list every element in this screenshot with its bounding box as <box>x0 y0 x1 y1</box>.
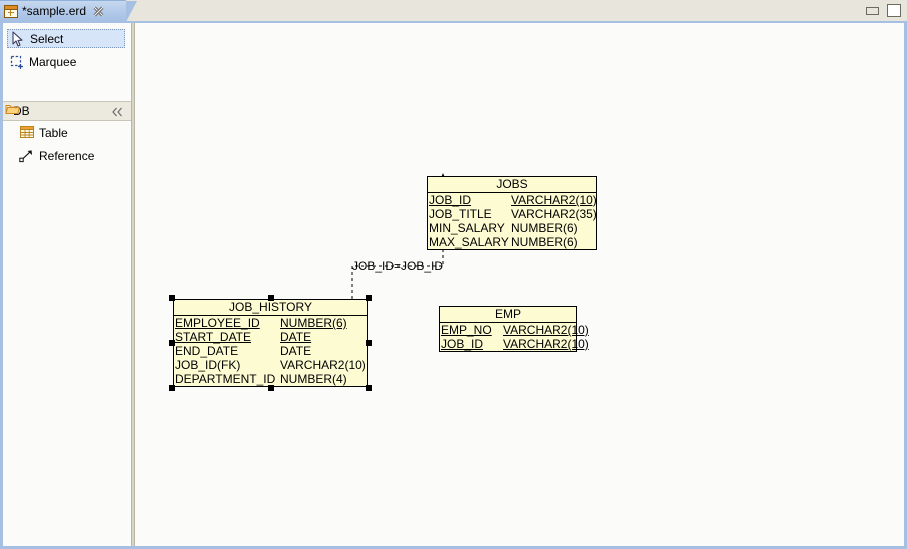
erd-column-row[interactable]: JOB_ID(FK)VARCHAR2(10) <box>174 358 367 372</box>
marquee-select-icon <box>7 54 27 70</box>
erd-column-type: VARCHAR2(35) <box>511 207 597 221</box>
palette-item-reference-label: Reference <box>39 149 94 163</box>
editor-tab-label: *sample.erd <box>22 4 86 18</box>
palette-tool-select-label: Select <box>30 32 63 46</box>
application-window: *sample.erd Select <box>0 0 907 549</box>
erd-column-type: NUMBER(6) <box>511 235 578 249</box>
erd-column-row[interactable]: MIN_SALARYNUMBER(6) <box>428 221 596 235</box>
erd-column-row[interactable]: JOB_TITLEVARCHAR2(35) <box>428 207 596 221</box>
reference-arrow-icon <box>17 148 37 164</box>
selection-handle-w[interactable] <box>169 340 175 346</box>
palette-tool-marquee-label: Marquee <box>29 55 76 69</box>
erd-column-type: VARCHAR2(10) <box>280 358 366 372</box>
window-controls <box>866 4 901 17</box>
editor-frame: Select Marquee DB <box>0 21 907 549</box>
selection-handle-n[interactable] <box>268 295 274 301</box>
erd-column-row[interactable]: START_DATEDATE <box>174 330 367 344</box>
editor-tab-sample-erd[interactable]: *sample.erd <box>0 0 126 21</box>
selection-handle-e[interactable] <box>366 340 372 346</box>
minimize-button[interactable] <box>866 7 879 15</box>
erd-column-name: JOB_ID <box>440 337 503 351</box>
selection-handle-s[interactable] <box>268 385 274 391</box>
erd-column-name: JOB_ID(FK) <box>174 358 280 372</box>
palette-resize-divider[interactable] <box>131 23 135 546</box>
erd-column-name: JOB_TITLE <box>428 207 511 221</box>
relationship-label: JOB_ID=JOB_ID <box>352 259 443 273</box>
palette-item-table[interactable]: Table <box>17 123 127 142</box>
palette-group-db[interactable]: DB <box>3 101 131 121</box>
editor-tab-bar: *sample.erd <box>0 0 907 22</box>
erd-column-list: JOB_IDVARCHAR2(10)JOB_TITLEVARCHAR2(35)M… <box>428 193 596 249</box>
erd-table-jobs[interactable]: JOBSJOB_IDVARCHAR2(10)JOB_TITLEVARCHAR2(… <box>427 176 597 250</box>
erd-column-row[interactable]: JOB_IDVARCHAR2(10) <box>428 193 596 207</box>
erd-column-type: DATE <box>280 330 311 344</box>
erd-column-name: JOB_ID <box>428 193 511 207</box>
erd-column-row[interactable]: EMPLOYEE_IDNUMBER(6) <box>174 316 367 330</box>
erd-column-type: NUMBER(4) <box>280 372 347 386</box>
erd-table-title: JOBS <box>428 177 596 193</box>
erd-column-row[interactable]: DEPARTMENT_IDNUMBER(4) <box>174 372 367 386</box>
erd-column-type: VARCHAR2(10) <box>511 193 597 207</box>
selection-handle-nw[interactable] <box>169 295 175 301</box>
cursor-arrow-icon <box>8 31 28 47</box>
erd-column-type: DATE <box>280 344 311 358</box>
erd-column-type: NUMBER(6) <box>511 221 578 235</box>
erd-table-emp[interactable]: EMPEMP_NOVARCHAR2(10)JOB_IDVARCHAR2(10) <box>439 306 577 352</box>
erd-column-name: DEPARTMENT_ID <box>174 372 280 386</box>
erd-column-row[interactable]: EMP_NOVARCHAR2(10) <box>440 323 576 337</box>
erd-canvas[interactable]: JOB_ID=JOB_ID JOBSJOB_IDVARCHAR2(10)JOB_… <box>136 23 904 546</box>
erd-column-type: VARCHAR2(10) <box>503 323 589 337</box>
palette-tool-select[interactable]: Select <box>7 29 125 48</box>
erd-column-name: START_DATE <box>174 330 280 344</box>
erd-table-title: EMP <box>440 307 576 323</box>
erd-column-list: EMPLOYEE_IDNUMBER(6)START_DATEDATEEND_DA… <box>174 316 367 386</box>
erd-column-row[interactable]: END_DATEDATE <box>174 344 367 358</box>
maximize-button[interactable] <box>887 4 901 17</box>
palette-panel: Select Marquee DB <box>3 23 131 546</box>
erd-column-name: EMP_NO <box>440 323 503 337</box>
erd-column-row[interactable]: JOB_IDVARCHAR2(10) <box>440 337 576 351</box>
table-grid-icon <box>17 125 37 141</box>
selection-handle-sw[interactable] <box>169 385 175 391</box>
close-icon[interactable] <box>92 5 105 18</box>
erd-column-type: NUMBER(6) <box>280 316 347 330</box>
erd-table-job_history[interactable]: JOB_HISTORYEMPLOYEE_IDNUMBER(6)START_DAT… <box>173 299 368 387</box>
erd-table-title: JOB_HISTORY <box>174 300 367 316</box>
selection-handle-ne[interactable] <box>366 295 372 301</box>
erd-column-row[interactable]: MAX_SALARYNUMBER(6) <box>428 235 596 249</box>
table-grid-icon <box>4 5 18 18</box>
double-chevron-left-icon[interactable] <box>111 106 125 118</box>
palette-tool-marquee[interactable]: Marquee <box>7 52 125 71</box>
erd-column-type: VARCHAR2(10) <box>503 337 589 351</box>
palette-item-table-label: Table <box>39 126 68 140</box>
erd-column-name: END_DATE <box>174 344 280 358</box>
erd-column-name: MIN_SALARY <box>428 221 511 235</box>
palette-item-reference[interactable]: Reference <box>17 146 127 165</box>
erd-column-name: EMPLOYEE_ID <box>174 316 280 330</box>
erd-column-list: EMP_NOVARCHAR2(10)JOB_IDVARCHAR2(10) <box>440 323 576 351</box>
selection-handle-se[interactable] <box>366 385 372 391</box>
erd-column-name: MAX_SALARY <box>428 235 511 249</box>
